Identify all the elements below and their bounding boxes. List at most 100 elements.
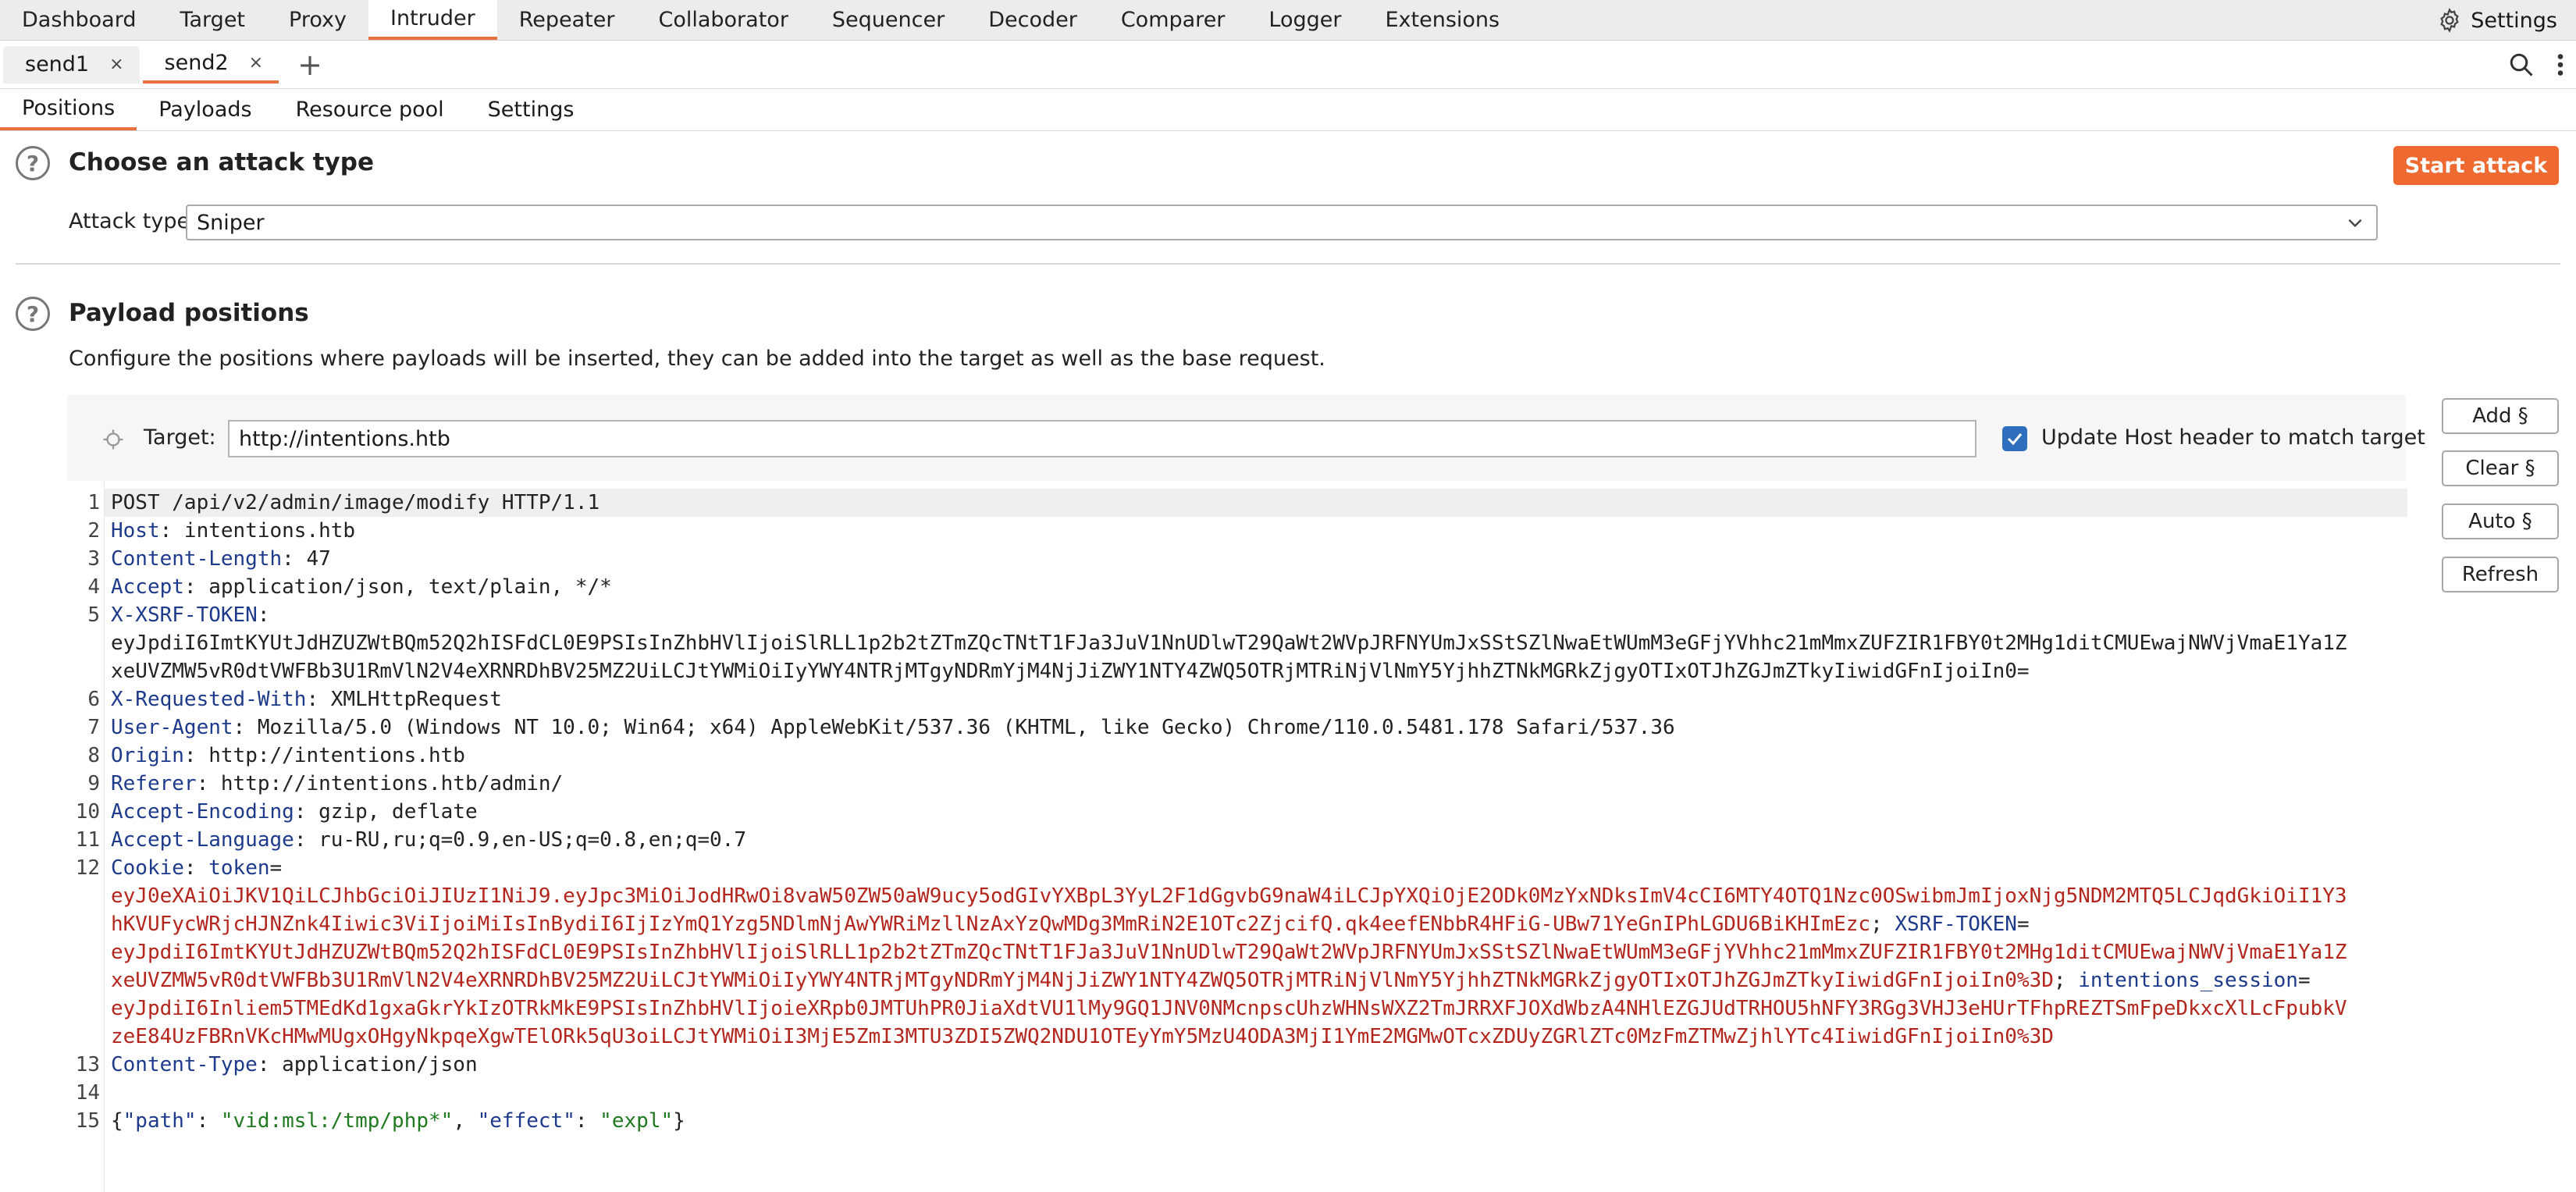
header-name: Host — [111, 519, 160, 543]
cookie-equals: = — [2016, 913, 2030, 936]
header-value: : Mozilla/5.0 (Windows NT 10.0; Win64; x… — [233, 716, 1675, 739]
top-tab-dashboard[interactable]: Dashboard — [0, 0, 158, 40]
clear-markers-button[interactable]: Clear § — [2442, 450, 2559, 486]
line-number: 7 — [87, 716, 100, 739]
json-colon: : — [196, 1109, 221, 1133]
tab-positions[interactable]: Positions — [0, 89, 137, 130]
target-input[interactable]: http://intentions.htb — [228, 420, 1976, 457]
tab-settings[interactable]: Settings — [466, 89, 596, 130]
cookie-value: eyJ0eXAiOiJKV1QiLCJhbGciOiJIUzI1NiJ9.eyJ… — [111, 884, 2347, 908]
attack-type-value: Sniper — [197, 210, 265, 235]
request-text[interactable]: 1 POST /api/v2/admin/image/modify HTTP/1.… — [67, 489, 2347, 1135]
top-tab-sequencer[interactable]: Sequencer — [810, 0, 966, 40]
section-divider — [16, 263, 2560, 265]
line-number: 3 — [87, 547, 100, 571]
attack-type-heading: Choose an attack type — [69, 148, 374, 176]
json-string: "vid:msl:/tmp/php*" — [220, 1109, 454, 1133]
top-tab-comparer[interactable]: Comparer — [1099, 0, 1247, 40]
header-name: Accept-Language — [111, 828, 294, 852]
line-number: 15 — [75, 1109, 100, 1133]
checkmark-icon — [2007, 433, 2023, 446]
json-colon: : — [575, 1109, 600, 1133]
line-number: 11 — [75, 828, 100, 852]
header-value: : 47 — [282, 547, 331, 571]
header-value: eyJpdiI6ImtKYUtJdHZUZWtBQm52Q2hISFdCL0E9… — [111, 632, 2347, 655]
line-number: 8 — [87, 744, 100, 767]
help-icon[interactable]: ? — [16, 297, 50, 331]
intruder-tab-send1[interactable]: send1 × — [3, 45, 140, 84]
header-value: : gzip, deflate — [294, 800, 478, 824]
header-name: Content-Length — [111, 547, 283, 571]
top-tab-collaborator[interactable]: Collaborator — [636, 0, 809, 40]
top-tab-decoder[interactable]: Decoder — [966, 0, 1099, 40]
line-number: 10 — [75, 800, 100, 824]
help-icon[interactable]: ? — [16, 146, 50, 180]
intruder-tab-send2[interactable]: send2 × — [142, 45, 279, 84]
line-number: 4 — [87, 575, 100, 599]
cookie-name: intentions_session — [2078, 969, 2298, 992]
update-host-label: Update Host header to match target — [2041, 425, 2425, 450]
auto-markers-button[interactable]: Auto § — [2442, 503, 2559, 539]
json-brace: } — [673, 1109, 685, 1133]
header-name: Origin — [111, 744, 184, 767]
settings-button[interactable]: Settings — [2436, 0, 2557, 41]
start-attack-button[interactable]: Start attack — [2393, 146, 2559, 185]
top-tab-intruder[interactable]: Intruder — [368, 0, 497, 40]
attack-type-select[interactable]: Sniper — [186, 205, 2378, 240]
header-value: : http://intentions.htb/admin/ — [196, 772, 564, 795]
header-name: User-Agent — [111, 716, 233, 739]
json-comma: , — [453, 1109, 478, 1133]
payload-positions-description: Configure the positions where payloads w… — [69, 347, 1325, 371]
header-name: Content-Type — [111, 1053, 258, 1076]
intruder-tab-label: send2 — [164, 51, 229, 75]
intruder-tab-bar: send1 × send2 × + — [0, 41, 2576, 89]
update-host-checkbox[interactable] — [2002, 426, 2027, 451]
top-tab-target[interactable]: Target — [158, 0, 267, 40]
intruder-tab-label: send1 — [25, 52, 90, 77]
header-value: : application/json — [257, 1053, 478, 1076]
header-value: : XMLHttpRequest — [306, 688, 502, 711]
search-icon[interactable] — [2507, 51, 2535, 79]
header-value: : intentions.htb — [159, 519, 356, 543]
json-key: "effect" — [477, 1109, 575, 1133]
cookie-name: XSRF-TOKEN — [1895, 913, 2017, 936]
close-icon[interactable]: × — [109, 55, 123, 74]
cookie-value: xeUVZMW5vR0dtVWFBb3U1RmVlN2V4eXRNRDhBV25… — [111, 969, 2054, 992]
header-name: Accept-Encoding — [111, 800, 294, 824]
line-number: 14 — [75, 1081, 100, 1105]
line-number: 1 — [87, 491, 100, 514]
top-tab-proxy[interactable]: Proxy — [267, 0, 368, 40]
cookie-separator: ; — [2053, 969, 2079, 992]
json-brace: { — [111, 1109, 123, 1133]
tab-resource-pool[interactable]: Resource pool — [274, 89, 466, 130]
more-options-icon[interactable] — [2556, 51, 2565, 79]
chevron-down-icon — [2348, 219, 2362, 228]
close-icon[interactable]: × — [249, 53, 263, 73]
header-value: xeUVZMW5vR0dtVWFBb3U1RmVlN2V4eXRNRDhBV25… — [111, 660, 2030, 683]
crosshair-icon — [103, 429, 123, 450]
cookie-equals: = — [2297, 969, 2311, 992]
top-tab-bar: Dashboard Target Proxy Intruder Repeater… — [0, 0, 2576, 41]
top-tab-extensions[interactable]: Extensions — [1363, 0, 1521, 40]
cookie-name: token — [208, 856, 270, 880]
top-tab-repeater[interactable]: Repeater — [497, 0, 637, 40]
header-separator: : — [183, 856, 209, 880]
tab-payloads[interactable]: Payloads — [137, 89, 273, 130]
cookie-value: hKVUFycWRjcHJNZnk4Iiwic3ViIjoiMiIsInBydi… — [111, 913, 1871, 936]
cookie-value: eyJpdiI6Inliem5TMEdKd1gxaGkrYkIzOTRkMkE9… — [111, 997, 2347, 1020]
target-value: http://intentions.htb — [239, 426, 450, 451]
add-marker-button[interactable]: Add § — [2442, 398, 2559, 434]
line-number: 12 — [75, 856, 100, 880]
line-number: 6 — [87, 688, 100, 711]
add-tab-icon[interactable]: + — [297, 50, 322, 80]
top-tab-logger[interactable]: Logger — [1247, 0, 1363, 40]
section-tab-bar: Positions Payloads Resource pool Setting… — [0, 89, 2576, 131]
attack-type-label: Attack type: — [69, 209, 197, 233]
cookie-equals: = — [269, 856, 283, 880]
header-name: X-XSRF-TOKEN — [111, 603, 258, 627]
refresh-button[interactable]: Refresh — [2442, 557, 2559, 592]
cookie-value: eyJpdiI6ImtKYUtJdHZUZWtBQm52Q2hISFdCL0E9… — [111, 941, 2347, 964]
header-name: Accept — [111, 575, 184, 599]
cookie-value: zeE84UzFBRnVKcHMwMUgxOHgyNkpqeXgwTElORk5… — [111, 1025, 2054, 1048]
header-separator: : — [257, 603, 270, 627]
